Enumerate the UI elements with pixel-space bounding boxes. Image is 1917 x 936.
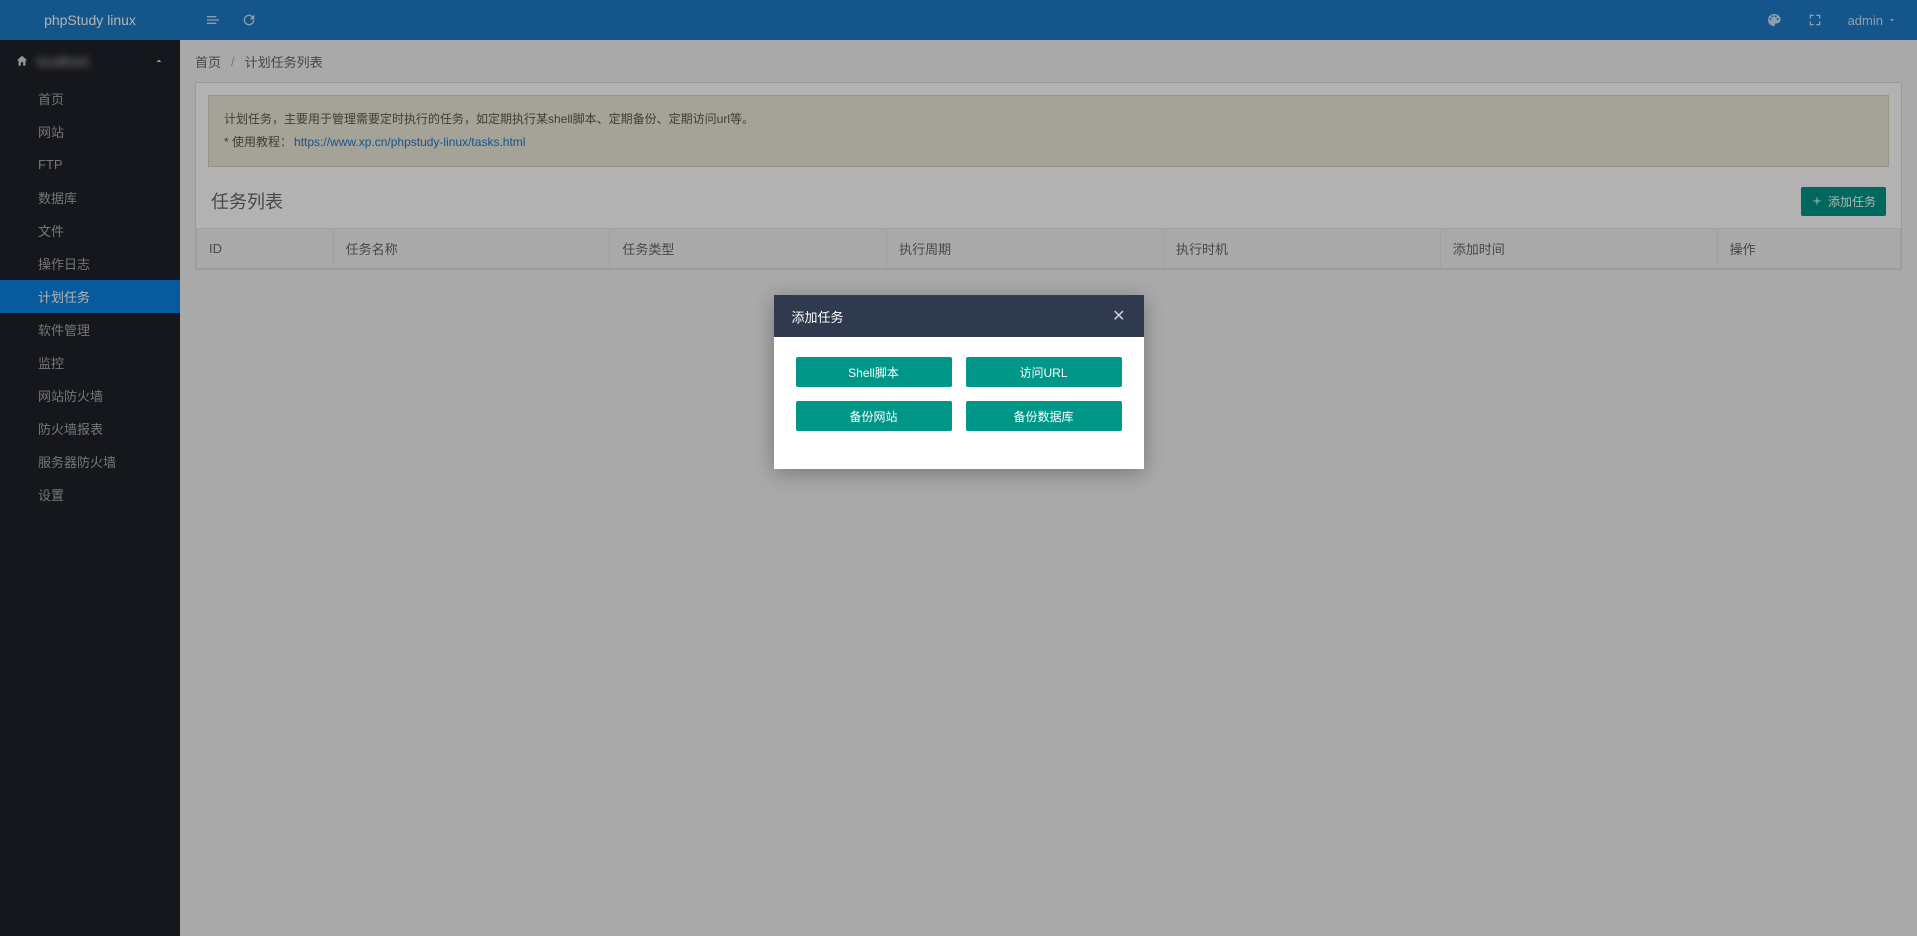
modal-header: 添加任务 ✕ [774, 295, 1144, 337]
modal-body: Shell脚本访问URL 备份网站备份数据库 [774, 337, 1144, 469]
task-type-button-1[interactable]: 访问URL [966, 357, 1122, 387]
task-type-button-2[interactable]: 备份网站 [796, 401, 952, 431]
task-type-button-3[interactable]: 备份数据库 [966, 401, 1122, 431]
modal-title: 添加任务 [792, 307, 844, 326]
modal-overlay[interactable]: 添加任务 ✕ Shell脚本访问URL 备份网站备份数据库 [0, 0, 1917, 936]
add-task-modal: 添加任务 ✕ Shell脚本访问URL 备份网站备份数据库 [774, 295, 1144, 469]
task-type-button-0[interactable]: Shell脚本 [796, 357, 952, 387]
modal-close-button[interactable]: ✕ [1112, 306, 1125, 326]
